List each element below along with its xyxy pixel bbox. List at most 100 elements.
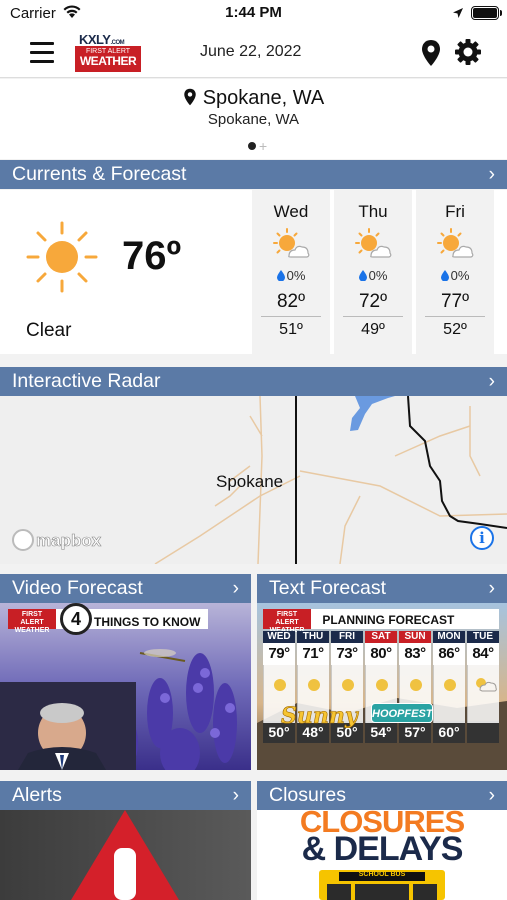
raindrop-icon [358, 269, 367, 282]
first-alert-badge: FIRST ALERTWEATHER [263, 609, 311, 634]
video-ribbon: FIRST ALERT WEATHER 4 THINGS TO KNOW [8, 603, 209, 635]
current-temperature: 76º [122, 234, 182, 278]
planning-day-name: TUE [467, 631, 499, 643]
alerts-thumbnail[interactable] [0, 810, 251, 900]
closures-tile[interactable]: Closures › CLOSURES & DELAYS SCHOOL BUS [257, 781, 507, 900]
video-forecast-tile[interactable]: Video Forecast › FIRST ALERT WEATHER4 TH… [0, 574, 251, 770]
radar-header[interactable]: Interactive Radar › [0, 367, 507, 396]
planning-day: MON 86° 60° [433, 631, 465, 743]
location-name: Spokane, WA [202, 87, 325, 109]
text-forecast-tile[interactable]: Text Forecast › FIRST ALERTWEATHER PLANN… [257, 574, 507, 770]
partly-cloudy-icon [416, 226, 494, 266]
page-indicator[interactable]: + [248, 137, 267, 155]
planning-low [467, 721, 499, 743]
mapbox-logo-icon [12, 529, 34, 551]
planning-high: 83° [399, 643, 431, 665]
clock: 1:44 PM [225, 4, 282, 21]
text-forecast-ribbon-text: PLANNING FORECAST [322, 612, 455, 627]
planning-day-name: THU [297, 631, 329, 643]
text-forecast-title: Text Forecast [269, 577, 387, 599]
map-city-label: Spokane [216, 472, 284, 491]
currents-forecast-header[interactable]: Currents & Forecast › [0, 160, 507, 189]
badge-line1: FIRST ALERT [20, 611, 44, 626]
closures-thumbnail[interactable]: CLOSURES & DELAYS SCHOOL BUS [257, 804, 507, 900]
forecast-low: 51º [279, 321, 303, 338]
app-header: KXLY.COM FIRST ALERT WEATHER June 22, 20… [0, 28, 507, 78]
chevron-right-icon: › [232, 578, 239, 599]
planning-high: 71° [297, 643, 329, 665]
closures-title: Closures [269, 784, 346, 806]
planning-day-name: SUN [399, 631, 431, 643]
chevron-right-icon: › [488, 371, 495, 392]
planning-low: 57° [399, 721, 431, 743]
location-subname: Spokane, WA [207, 111, 300, 128]
forecast-precip: 0% [368, 268, 388, 283]
status-bar: Carrier 1:44 PM [0, 0, 507, 28]
badge-line1: FIRST ALERT [275, 611, 299, 626]
forecast-precip: 0% [286, 268, 306, 283]
kxly-logo: KXLY.COM FIRST ALERT WEATHER [75, 32, 141, 72]
closures-headline2: & DELAYS [301, 830, 464, 868]
raindrop-icon [276, 269, 285, 282]
location-pin-icon[interactable] [420, 39, 442, 72]
mapbox-label: mapbox [36, 531, 102, 551]
logo-line2: WEATHER [79, 54, 137, 68]
partly-cloudy-icon [467, 665, 499, 723]
alerts-title: Alerts [12, 784, 62, 806]
forecast-day-name: Wed [273, 202, 309, 221]
raindrop-icon [440, 269, 449, 282]
currents-panel[interactable]: 76º Clear Wed 0% 82º 51º Thu 0% 72º 49º … [0, 190, 507, 354]
planning-day-name: FRI [331, 631, 363, 643]
logo-brand: KXLY [79, 32, 111, 47]
location-pin-icon [183, 88, 197, 112]
alerts-tile[interactable]: Alerts › [0, 781, 251, 900]
planning-high: 84° [467, 643, 499, 665]
sun-icon [433, 665, 465, 723]
planning-day: TUE 84° [467, 631, 499, 743]
badge-line2: WEATHER [14, 627, 50, 634]
planning-day: SUN 83° 57° [399, 631, 431, 743]
forecast-day[interactable]: Fri 0% 77º 52º [416, 190, 494, 354]
forecast-day-name: Fri [445, 202, 465, 221]
forecast-day-name: Thu [358, 202, 388, 221]
mapbox-attribution: mapbox [12, 529, 101, 551]
battery-icon [471, 6, 502, 20]
forecast-low: 52º [443, 321, 467, 338]
planning-day-name: MON [433, 631, 465, 643]
radar-map[interactable]: Spokane mapbox i [0, 396, 507, 564]
video-ribbon-text: THINGS TO KNOW [94, 615, 201, 629]
info-icon[interactable]: i [470, 526, 494, 550]
planning-high: 79° [263, 643, 295, 665]
video-forecast-header[interactable]: Video Forecast › [0, 574, 251, 603]
planning-low: 54° [365, 721, 397, 743]
forecast-low: 49º [361, 321, 385, 338]
gear-icon[interactable] [454, 38, 482, 71]
page-dot-active [248, 141, 256, 150]
forecast-precip: 0% [450, 268, 470, 283]
current-condition: Clear [26, 320, 72, 341]
forecast-high: 82º [276, 291, 306, 312]
planning-day-name: WED [263, 631, 295, 643]
forecast-day[interactable]: Wed 0% 82º 51º [252, 190, 330, 354]
forecast-high: 72º [358, 291, 388, 312]
menu-icon[interactable] [30, 42, 54, 63]
text-forecast-ribbon: FIRST ALERTWEATHER PLANNING FORECAST [263, 609, 499, 634]
text-forecast-header[interactable]: Text Forecast › [257, 574, 507, 603]
app-screen: Carrier 1:44 PM KXLY.COM FIRST ALERT WEA… [0, 0, 507, 900]
video-thumbnail[interactable]: FIRST ALERT WEATHER 4 THINGS TO KNOW [0, 603, 251, 770]
sun-icon [25, 220, 99, 299]
planning-high: 80° [365, 643, 397, 665]
channel-4-logo: 4 [60, 603, 92, 635]
video-forecast-title: Video Forecast [12, 577, 143, 599]
currents-forecast-title: Currents & Forecast [12, 163, 187, 185]
location-services-icon [452, 6, 464, 24]
planning-day-name: SAT [365, 631, 397, 643]
header-date: June 22, 2022 [200, 43, 302, 60]
planning-forecast-strip: WED 79° 50° THU 71° 48° FRI 73° 50° SAT … [263, 631, 499, 743]
location-panel[interactable]: Spokane, WA Spokane, WA + [0, 79, 507, 159]
alerts-header[interactable]: Alerts › [0, 781, 251, 810]
planning-low: 60° [433, 721, 465, 743]
planning-forecast-image[interactable]: FIRST ALERTWEATHER PLANNING FORECAST WED… [257, 603, 507, 770]
planning-day: SAT 80° 54° [365, 631, 397, 743]
forecast-day[interactable]: Thu 0% 72º 49º [334, 190, 412, 354]
